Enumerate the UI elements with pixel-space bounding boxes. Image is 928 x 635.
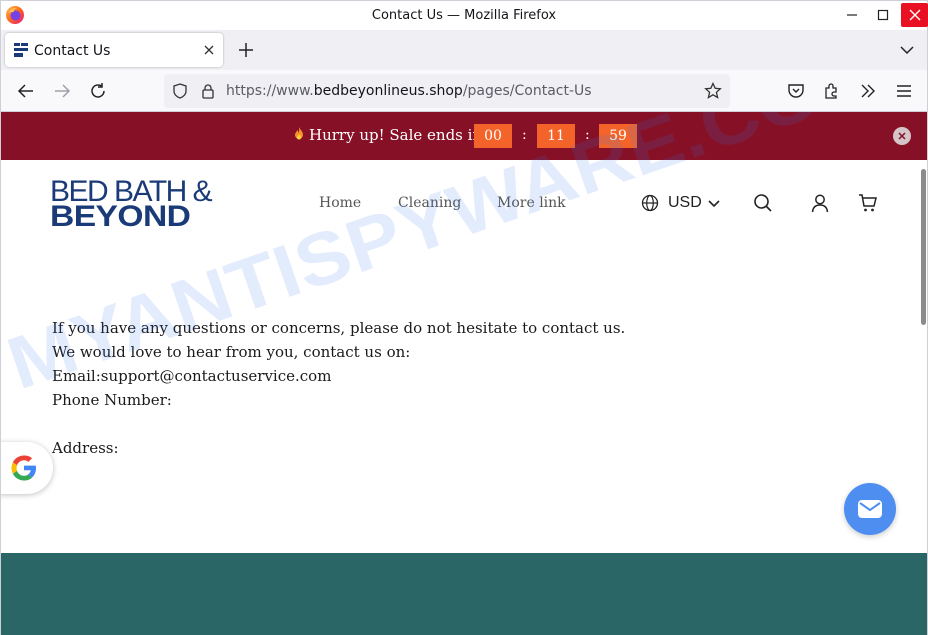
lock-icon[interactable] [200, 83, 216, 99]
minimize-button[interactable] [840, 4, 864, 26]
page-viewport: Hurry up! Sale ends in 00 : 11 : 59 BED … [0, 112, 928, 635]
countdown-separator: : [522, 127, 527, 143]
promo-text: Hurry up! Sale ends in [309, 126, 483, 144]
sale-countdown-bar: Hurry up! Sale ends in 00 : 11 : 59 [1, 112, 927, 160]
tab-strip: Contact Us [0, 30, 928, 70]
promo-text-wrap: Hurry up! Sale ends in [291, 126, 482, 144]
fire-icon [295, 127, 303, 140]
menu-item-home[interactable]: Home [319, 195, 361, 211]
site-logo[interactable]: BED BATH & BEYOND [50, 177, 240, 233]
content-line-phone: Phone Number: [52, 391, 172, 409]
url-text[interactable]: https://www.bedbeyonlineus.shop/pages/Co… [226, 83, 592, 99]
search-icon[interactable] [753, 193, 773, 213]
envelope-icon [858, 500, 882, 518]
content-line-email: Email:support@contactuservice.com [52, 367, 332, 385]
back-arrow-icon[interactable] [17, 82, 35, 100]
countdown-seconds: 59 [599, 124, 637, 148]
google-g-icon [11, 455, 36, 481]
chat-email-button[interactable] [844, 483, 896, 535]
maximize-button[interactable] [871, 4, 895, 26]
currency-selector[interactable]: USD [641, 193, 720, 213]
footer-section [1, 553, 927, 635]
pocket-icon[interactable] [787, 82, 805, 100]
countdown-separator: : [585, 127, 590, 143]
close-icon [909, 9, 920, 21]
minimize-icon [847, 14, 857, 16]
promo-close-button[interactable] [893, 127, 911, 145]
content-line-address: Address: [52, 439, 119, 457]
close-icon [204, 45, 214, 55]
countdown-hours: 00 [474, 124, 512, 148]
google-reviews-badge[interactable] [1, 442, 53, 494]
site-header: BED BATH & BEYOND Home Cleaning More lin… [1, 160, 927, 240]
more-tools-chevrons-icon[interactable] [859, 82, 877, 100]
new-tab-plus-icon[interactable] [237, 41, 255, 59]
extensions-puzzle-icon[interactable] [823, 82, 841, 100]
bed-bath-beyond-favicon-icon [13, 42, 29, 58]
currency-label: USD [668, 194, 702, 211]
tracking-protection-shield-icon[interactable] [172, 83, 188, 99]
url-domain: bedbeyonlineus.shop [313, 83, 463, 99]
tab-contact-us[interactable]: Contact Us [5, 33, 223, 67]
countdown-minutes: 11 [537, 124, 575, 148]
tab-label: Contact Us [34, 43, 111, 59]
list-all-tabs-chevron-icon[interactable] [899, 42, 915, 58]
content-line-blank [52, 412, 625, 436]
hamburger-menu-icon[interactable] [895, 82, 913, 100]
page-scrollbar-thumb[interactable] [921, 169, 926, 325]
bookmark-star-icon[interactable] [704, 82, 722, 100]
chevron-down-icon [708, 200, 720, 208]
forward-arrow-icon[interactable] [53, 82, 71, 100]
menu-item-more-link[interactable]: More link [497, 195, 566, 211]
close-icon [898, 132, 906, 140]
content-line-hear: We would love to hear from you, contact … [52, 343, 411, 361]
maximize-icon [877, 9, 889, 21]
globe-icon [641, 194, 659, 212]
shopping-cart-icon[interactable] [858, 193, 878, 213]
window-title: Contact Us — Mozilla Firefox [371, 8, 557, 23]
menu-item-cleaning[interactable]: Cleaning [398, 195, 461, 211]
account-user-icon[interactable] [810, 193, 830, 213]
url-path: /pages/Contact-Us [462, 83, 592, 99]
logo-line-2: BEYOND [50, 200, 191, 233]
close-window-button[interactable] [901, 3, 928, 27]
contact-content: If you have any questions or concerns, p… [52, 316, 625, 460]
tab-close-button[interactable] [201, 42, 217, 58]
window-titlebar: Contact Us — Mozilla Firefox [0, 0, 928, 30]
reload-icon[interactable] [89, 82, 107, 100]
navigation-toolbar: https://www.bedbeyonlineus.shop/pages/Co… [0, 70, 928, 112]
address-bar[interactable]: https://www.bedbeyonlineus.shop/pages/Co… [164, 74, 730, 108]
url-prefix: https://www. [226, 83, 314, 99]
content-line-intro: If you have any questions or concerns, p… [52, 319, 626, 337]
